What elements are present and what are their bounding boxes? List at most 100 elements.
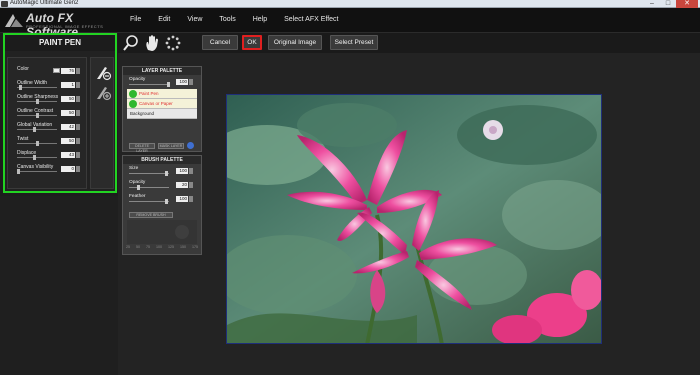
layer-item-paint-pen[interactable]: Paint Pen <box>127 89 197 99</box>
layer-palette-title: LAYER PALETTE <box>123 67 201 75</box>
brush-control-track[interactable] <box>129 201 169 202</box>
control-spinner[interactable] <box>76 124 80 130</box>
control-knob[interactable] <box>17 169 20 174</box>
effect-control[interactable]: Displace 43 <box>17 150 83 160</box>
color-swatch[interactable] <box>53 68 60 73</box>
left-panel-background <box>0 196 118 375</box>
layer-info-icon[interactable] <box>187 142 194 149</box>
scale-tick-label: 100 <box>156 245 162 249</box>
brush-control-knob[interactable] <box>137 185 140 190</box>
brush-control-value[interactable]: 100 <box>176 168 188 174</box>
control-knob[interactable] <box>36 141 39 146</box>
brush-control[interactable]: Size 100 <box>129 166 199 176</box>
remove-brush-button[interactable]: REMOVE BRUSH <box>129 212 173 218</box>
select-preset-button[interactable]: Select Preset <box>330 35 378 50</box>
layer-item-background[interactable]: Background <box>127 109 197 119</box>
app-icon <box>1 1 8 7</box>
brush-control-knob[interactable] <box>165 199 168 204</box>
control-spinner[interactable] <box>76 110 80 116</box>
logo-mark-icon <box>5 14 23 27</box>
control-spinner[interactable] <box>76 166 80 172</box>
mask-layer-button[interactable]: MASK LAYER <box>158 143 184 149</box>
ok-button[interactable]: OK <box>242 35 262 50</box>
control-value[interactable]: 43 <box>61 152 75 158</box>
layer-opacity-spinner[interactable] <box>189 79 193 85</box>
hand-icon[interactable] <box>144 34 162 52</box>
menu-bar: Auto FX Software PROFESSIONAL IMAGE EFFE… <box>0 8 700 39</box>
control-spinner[interactable] <box>76 152 80 158</box>
control-value[interactable]: 1 <box>61 82 75 88</box>
control-value[interactable]: 50 <box>61 96 75 102</box>
layer-opacity-value[interactable]: 100 <box>176 79 188 85</box>
menu-help[interactable]: Help <box>253 16 267 23</box>
brush-control-spinner[interactable] <box>189 168 193 174</box>
control-spinner[interactable] <box>76 96 80 102</box>
title-bar: AutoMagic Ultimate Gen2 – □ ✕ <box>0 0 700 8</box>
effect-control[interactable]: Outline Sharpness 50 <box>17 94 83 104</box>
brush-control-knob[interactable] <box>165 171 168 176</box>
control-knob[interactable] <box>33 127 36 132</box>
layer-opacity-track[interactable] <box>129 84 169 85</box>
control-track[interactable] <box>17 129 57 130</box>
menu-tools[interactable]: Tools <box>219 16 235 23</box>
control-knob[interactable] <box>36 99 39 104</box>
menu-select-effect[interactable]: Select AFX Effect <box>284 16 338 23</box>
effect-panel: PAINT PEN Color 76 Outline Width 1 Outline S… <box>3 33 117 193</box>
control-value[interactable]: 0 <box>61 166 75 172</box>
paint-pen-tool-icon[interactable] <box>94 64 112 82</box>
layer-opacity-knob[interactable] <box>167 82 170 87</box>
original-image-button[interactable]: Original Image <box>268 35 322 50</box>
brand-logo: Auto FX Software PROFESSIONAL IMAGE EFFE… <box>4 11 122 39</box>
control-spinner[interactable] <box>76 138 80 144</box>
brush-remove-tool-icon[interactable] <box>94 84 112 102</box>
effect-control[interactable]: Global Variation 42 <box>17 122 83 132</box>
menu-file[interactable]: File <box>130 16 141 23</box>
brush-control-spinner[interactable] <box>189 182 193 188</box>
brush-control-value[interactable]: 20 <box>176 182 188 188</box>
control-knob[interactable] <box>36 113 39 118</box>
menu-edit[interactable]: Edit <box>158 16 170 23</box>
effect-control[interactable]: Color 76 <box>17 66 83 76</box>
control-label: Canvas Visibility <box>17 164 54 170</box>
control-label: Color <box>17 66 29 72</box>
maximize-button[interactable]: □ <box>660 0 676 8</box>
control-knob[interactable] <box>33 155 36 160</box>
brush-shape-icon <box>175 225 189 239</box>
brush-control-spinner[interactable] <box>189 196 193 202</box>
control-spinner[interactable] <box>76 68 80 74</box>
control-track[interactable] <box>17 157 57 158</box>
app-window: AutoMagic Ultimate Gen2 – □ ✕ Auto FX So… <box>0 0 700 375</box>
control-value[interactable]: 42 <box>61 124 75 130</box>
effect-control[interactable]: Canvas Visibility 0 <box>17 164 83 174</box>
control-track[interactable] <box>17 87 57 88</box>
layer-opacity-control[interactable]: Opacity 100 <box>129 77 199 87</box>
zoom-icon[interactable] <box>122 34 140 52</box>
brush-preview <box>127 220 197 244</box>
delete-layer-button[interactable]: DELETE LAYER <box>129 143 155 153</box>
control-value[interactable]: 50 <box>61 110 75 116</box>
effect-control[interactable]: Twist 50 <box>17 136 83 146</box>
control-value[interactable]: 50 <box>61 138 75 144</box>
effect-control[interactable]: Outline Contrast 50 <box>17 108 83 118</box>
effect-controls: Color 76 Outline Width 1 Outline Sharpness 50… <box>7 57 87 189</box>
brush-control-value[interactable]: 100 <box>176 196 188 202</box>
layer-visible-icon[interactable] <box>129 100 137 108</box>
minimize-button[interactable]: – <box>644 0 660 8</box>
brush-control[interactable]: Opacity 20 <box>129 180 199 190</box>
control-value[interactable]: 76 <box>61 68 75 74</box>
brush-control-track[interactable] <box>129 173 169 174</box>
effect-control[interactable]: Outline Width 1 <box>17 80 83 90</box>
brush-control-track[interactable] <box>129 187 169 188</box>
close-button[interactable]: ✕ <box>676 0 698 8</box>
control-knob[interactable] <box>19 85 22 90</box>
menu-view[interactable]: View <box>187 16 202 23</box>
control-spinner[interactable] <box>76 82 80 88</box>
layer-visible-icon[interactable] <box>129 90 137 98</box>
scale-tick-label: 25 <box>126 245 130 249</box>
control-track[interactable] <box>17 171 57 172</box>
canvas-image[interactable] <box>226 94 602 344</box>
layer-item-canvas[interactable]: Canvas or Paper <box>127 99 197 109</box>
scale-tick-label: 175 <box>192 245 198 249</box>
brush-control[interactable]: Feather 100 <box>129 194 199 204</box>
cancel-button[interactable]: Cancel <box>202 35 238 50</box>
